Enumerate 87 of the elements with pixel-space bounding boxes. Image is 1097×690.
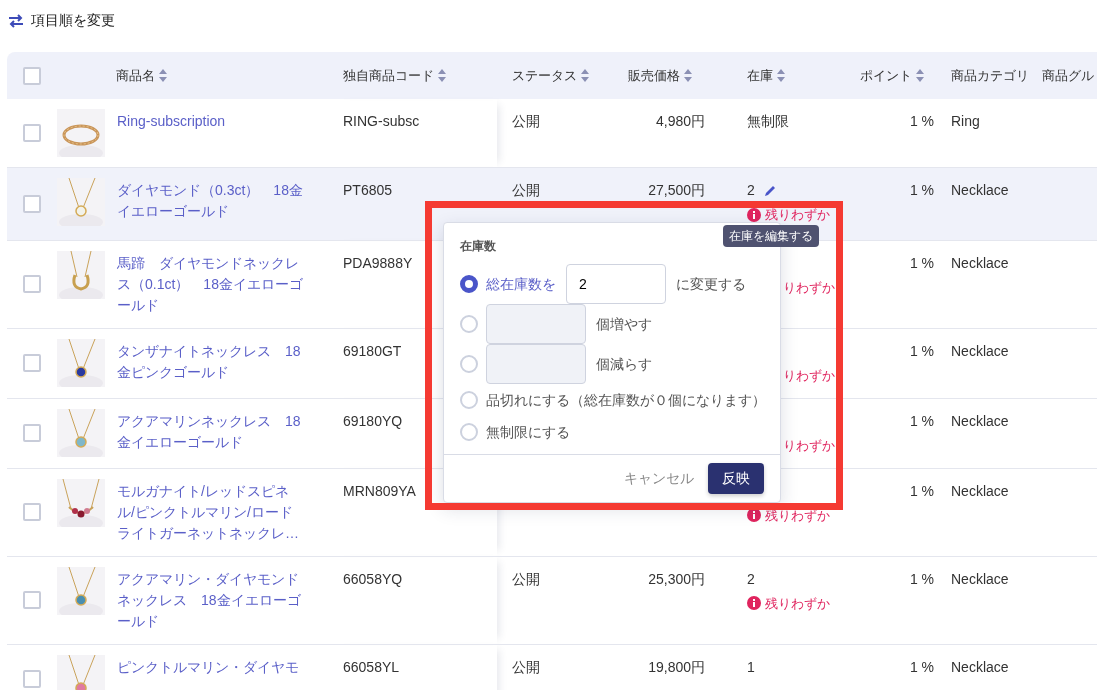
low-stock-label: 残りわずか (765, 506, 830, 525)
sort-icon[interactable] (916, 69, 924, 82)
sort-icon[interactable] (581, 69, 589, 82)
column-header[interactable]: 商品名 (116, 65, 155, 86)
alert-icon (747, 596, 761, 610)
product-code: RING-subsc (343, 113, 420, 129)
point-rate: 1 % (909, 113, 934, 129)
category-text: Necklace (951, 570, 1009, 587)
option-label: 品切れにする（総在庫数が０個になります） (486, 390, 766, 410)
row-checkbox[interactable] (23, 194, 41, 213)
point-rate: 1 % (909, 412, 934, 429)
product-name-link[interactable]: ピンクトルマリン・ダイヤモ (117, 656, 303, 678)
product-name-link[interactable]: アクアマリンネックレス 18金イエローゴールド (117, 410, 303, 453)
row-checkbox[interactable] (23, 591, 41, 609)
price-text: 4,980円 (655, 113, 705, 129)
product-code: PT6805 (343, 182, 393, 198)
sort-icon[interactable] (777, 69, 785, 82)
apply-button[interactable]: 反映 (708, 463, 764, 494)
row-checkbox[interactable] (23, 503, 41, 521)
low-stock-label: りわずか (783, 278, 835, 297)
point-rate: 1 % (909, 570, 934, 587)
radio-button[interactable] (460, 275, 478, 293)
product-name-link[interactable]: モルガナイト/レッドスピネル/ピンクトルマリン/ロードライトガーネットネックレ… (117, 480, 303, 544)
sort-icon[interactable] (438, 69, 446, 82)
product-code: 66058YL (343, 658, 400, 675)
product-name-link[interactable]: アクアマリン・ダイヤモンドネックレス 18金イエローゴールド (117, 568, 303, 632)
price-text: 25,300円 (648, 570, 705, 587)
category-text: Necklace (951, 658, 1009, 675)
price-text: 19,800円 (648, 658, 705, 675)
popover-title: 在庫数 (460, 239, 496, 253)
product-name-link[interactable]: タンザナイトネックレス 18金ピンクゴールド (117, 340, 303, 383)
tooltip: 在庫を編集する (723, 225, 819, 247)
column-header[interactable]: 在庫 (747, 65, 773, 86)
product-name-link[interactable]: Ring-subscription (117, 111, 303, 132)
price-text: 27,500円 (648, 182, 705, 198)
row-checkbox[interactable] (23, 124, 41, 142)
category-text: Ring (951, 113, 980, 129)
category-text: Necklace (951, 254, 1009, 271)
swap-icon[interactable] (7, 13, 25, 28)
row-checkbox[interactable] (23, 424, 41, 442)
category-text: Necklace (951, 342, 1009, 359)
stock-count: 2 (747, 569, 755, 589)
point-rate: 1 % (909, 658, 934, 675)
point-rate: 1 % (909, 342, 934, 359)
low-stock-label: りわずか (783, 366, 835, 385)
point-rate: 1 % (909, 482, 934, 499)
low-stock-label: 残りわずか (765, 206, 830, 224)
sort-icon[interactable] (684, 69, 692, 82)
option-label: に変更する (676, 274, 746, 294)
option-label: 個増やす (596, 314, 652, 334)
stock-count: 無制限 (747, 112, 789, 131)
cancel-button[interactable]: キャンセル (618, 467, 700, 490)
sort-icon[interactable] (159, 69, 167, 82)
category-text: Necklace (951, 482, 1009, 499)
product-name-link[interactable]: 馬蹄 ダイヤモンドネックレス（0.1ct） 18金イエローゴールド (117, 252, 303, 316)
product-code: PDA9888Y (343, 254, 413, 271)
status-text: 公開 (512, 113, 540, 129)
product-code: 69180GT (343, 342, 402, 359)
column-header: 商品グル (1042, 66, 1094, 85)
row-checkbox[interactable] (23, 275, 41, 293)
quantity-field[interactable]: 2 (566, 264, 666, 304)
column-header[interactable]: 販売価格 (628, 65, 680, 86)
product-code: 66058YQ (343, 570, 403, 587)
stock-count: 1 (747, 657, 755, 677)
point-rate: 1 % (909, 182, 934, 198)
status-text: 公開 (512, 658, 540, 675)
alert-icon (747, 508, 761, 522)
product-code: 69180YQ (343, 412, 403, 429)
stock-count: 2 (747, 181, 755, 200)
column-header: 商品カテゴリ (951, 66, 1029, 85)
category-text: Necklace (951, 182, 1009, 198)
point-rate: 1 % (909, 254, 934, 271)
reorder-link[interactable]: 項目順を変更 (7, 10, 115, 31)
column-header[interactable]: ポイント (860, 65, 912, 86)
category-text: Necklace (951, 412, 1009, 429)
status-text: 公開 (512, 182, 540, 198)
option-label: 総在庫数を (486, 274, 556, 294)
product-code: MRN809YA (343, 482, 416, 499)
edit-icon[interactable] (762, 183, 777, 198)
option-label: 個減らす (596, 354, 652, 374)
low-stock-label: 残りわずか (765, 594, 830, 613)
select-all-checkbox[interactable] (23, 66, 41, 85)
row-checkbox[interactable] (23, 669, 41, 688)
row-checkbox[interactable] (23, 354, 41, 372)
low-stock-label: りわずか (783, 436, 835, 455)
status-text: 公開 (512, 570, 540, 587)
option-label: 無制限にする (486, 422, 570, 442)
